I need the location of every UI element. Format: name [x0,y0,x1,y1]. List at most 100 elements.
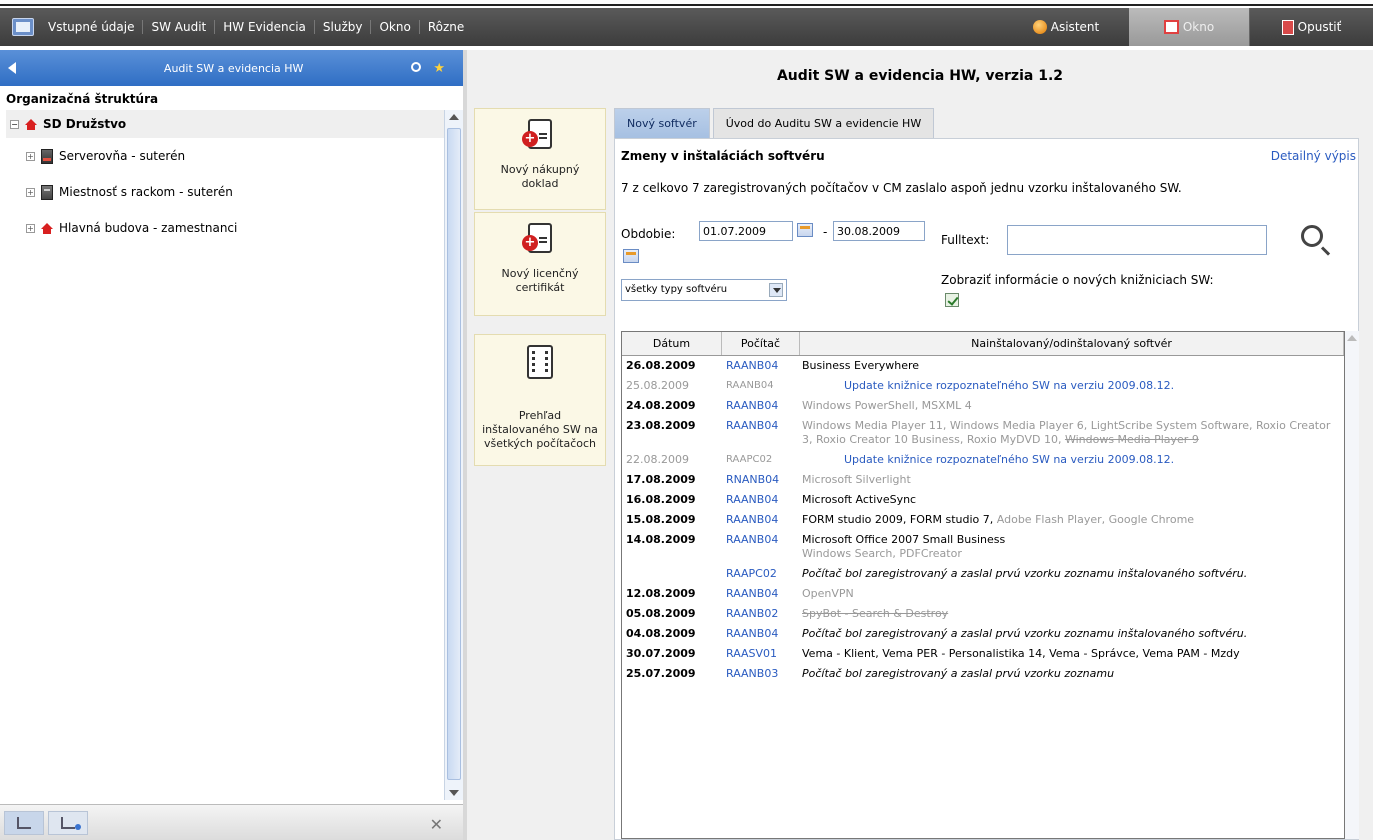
row-pc-link[interactable]: RAAPC02 [726,567,802,581]
row-date: 23.08.2009 [626,419,696,432]
tools-icon[interactable]: ✕ [430,815,443,834]
scroll-thumb[interactable] [447,128,461,780]
row-date: 17.08.2009 [626,473,696,486]
row-software: OpenVPN [802,587,854,600]
new-purchase-doc-button[interactable]: + Nový nákupný doklad [474,108,606,210]
row-date: 30.07.2009 [626,647,696,660]
back-arrow-icon[interactable] [8,62,16,74]
obdobie-label: Obdobie: [621,227,676,241]
tree-item-serverovna[interactable]: + Serverovňa - suterén [6,138,444,174]
col-datum[interactable]: Dátum [622,332,722,355]
menu-sluzby[interactable]: Služby [315,20,372,34]
library-info-checkbox[interactable] [945,293,959,307]
row-pc-link[interactable]: RAANB04 [726,359,802,373]
left-scrollbar[interactable] [444,110,463,800]
asistent-label: Asistent [1050,20,1100,34]
chevron-down-icon[interactable] [769,283,783,297]
rack-icon [41,184,53,200]
new-license-cert-button[interactable]: + Nový licenčný certifikát [474,212,606,316]
row-pc-link[interactable]: RNANB04 [726,473,802,487]
row-pc-link[interactable]: RAANB04 [726,627,802,641]
menu-rozne[interactable]: Rôzne [420,20,472,34]
menu-sw-audit[interactable]: SW Audit [143,20,216,34]
server-icon [41,148,53,164]
row-date: 25.08.2009 [626,379,689,392]
date-from-input[interactable] [699,221,793,241]
row-pc-link[interactable]: RAANB04 [726,587,802,601]
action-panel: + Nový nákupný doklad + Nový licenčný ce… [474,108,606,468]
tree-view-button[interactable] [4,810,44,835]
tree-item-label: Serverovňa - suterén [59,149,186,163]
fulltext-input[interactable] [1007,225,1267,255]
tree-item-label: Miestnosť s rackom - suterén [59,185,233,199]
software-type-select[interactable]: všetky typy softvéru [621,279,787,301]
calendar-icon[interactable] [623,249,639,263]
calendar-icon[interactable] [797,223,813,237]
tree-item-miestnost[interactable]: + Miestnosť s rackom - suterén [6,174,444,210]
asistent-button[interactable]: Asistent [1003,8,1129,46]
row-software: FORM studio 2009, FORM studio 7, [802,513,994,526]
table-row: 30.07.2009 RAASV01 Vema - Klient, Vema P… [622,644,1344,664]
col-softver[interactable]: Nainštalovaný/odinštalovaný softvér [800,332,1344,355]
tab-novy-softver[interactable]: Nový softvér [614,108,710,138]
row-pc-link[interactable]: RAANB03 [726,667,802,681]
top-border [0,0,1373,6]
search-icon[interactable] [1301,225,1323,247]
row-pc-link[interactable]: RAANB04 [726,399,802,413]
row-pc-link[interactable]: RAANB02 [726,607,802,621]
app-title: Audit SW a evidencia HW, verzia 1.2 [776,68,1064,84]
table-row: 16.08.2009 RAANB04 Microsoft ActiveSync [622,490,1344,510]
row-pc-link[interactable]: RAANB04 [726,493,802,507]
expand-icon[interactable]: + [26,187,35,197]
row-date: 04.08.2009 [626,627,696,640]
row-date: 12.08.2009 [626,587,696,600]
menu-okno[interactable]: Okno [371,20,420,34]
expand-icon[interactable]: + [26,151,35,161]
tree-item-hlavna-budova[interactable]: + Hlavná budova - zamestnanci [6,210,444,246]
summary-text: 7 z celkovo 7 zaregistrovaných počítačov… [621,181,1182,195]
library-update-link[interactable]: Update knižnice rozpoznateľného SW na ve… [802,453,1336,467]
row-pc-link[interactable]: RAANB04 [726,513,802,527]
film-icon [527,345,553,379]
table-row: 04.08.2009 RAANB04 Počítač bol zaregistr… [622,624,1344,644]
star-icon[interactable]: ★ [433,62,445,75]
row-pc-link[interactable]: RAANB04 [726,533,802,561]
row-date: 24.08.2009 [626,399,696,412]
date-to-input[interactable] [833,221,925,241]
row-pc-link[interactable]: RAASV01 [726,647,802,661]
opustit-button[interactable]: Opustiť [1249,8,1373,46]
installed-sw-overview-button[interactable]: Prehľad inštalovaného SW na všetkých poč… [474,334,606,466]
row-date: 16.08.2009 [626,493,696,506]
okno-button[interactable]: Okno [1129,8,1249,46]
tab-bar: Nový softvér Úvod do Auditu SW a evidenc… [614,108,937,138]
table-scrollbar[interactable] [1345,331,1359,839]
row-software: Počítač bol zaregistrovaný a zaslal prvú… [802,627,1248,640]
row-date: 14.08.2009 [626,533,696,546]
table-row: 25.08.2009 RAANB04 Update knižnice rozpo… [622,376,1344,396]
row-date: 25.07.2009 [626,667,696,680]
tree-root[interactable]: − SD Družstvo [6,110,444,138]
collapse-icon[interactable]: − [10,119,19,129]
library-update-link[interactable]: Update knižnice rozpoznateľného SW na ve… [802,379,1336,393]
expand-icon[interactable]: + [26,223,35,233]
row-date: 26.08.2009 [626,359,696,372]
scroll-up-icon[interactable] [449,114,459,120]
tree-view-alt-button[interactable] [48,810,88,835]
row-pc-link[interactable]: RAANB04 [726,419,802,447]
tab-uvod[interactable]: Úvod do Auditu SW a evidencie HW [712,108,935,138]
table-row: 12.08.2009 RAANB04 OpenVPN [622,584,1344,604]
table-row: 15.08.2009 RAANB04 FORM studio 2009, FOR… [622,510,1344,530]
table-row: 25.07.2009 RAANB03 Počítač bol zaregistr… [622,664,1344,684]
exit-icon [1281,19,1294,35]
row-date: 22.08.2009 [626,453,689,466]
left-panel-title: Audit SW a evidencia HW [163,61,304,75]
col-pocitac[interactable]: Počítač [722,332,800,355]
search-icon[interactable] [411,61,422,72]
scroll-down-icon[interactable] [449,790,459,796]
detail-link[interactable]: Detailný výpis [1271,149,1356,163]
menu-vstupne-udaje[interactable]: Vstupné údaje [40,20,144,34]
menu-hw-evidencia[interactable]: HW Evidencia [215,20,315,34]
date-separator: - [823,225,828,239]
house-icon [25,118,37,130]
scroll-up-icon[interactable] [1347,335,1357,341]
